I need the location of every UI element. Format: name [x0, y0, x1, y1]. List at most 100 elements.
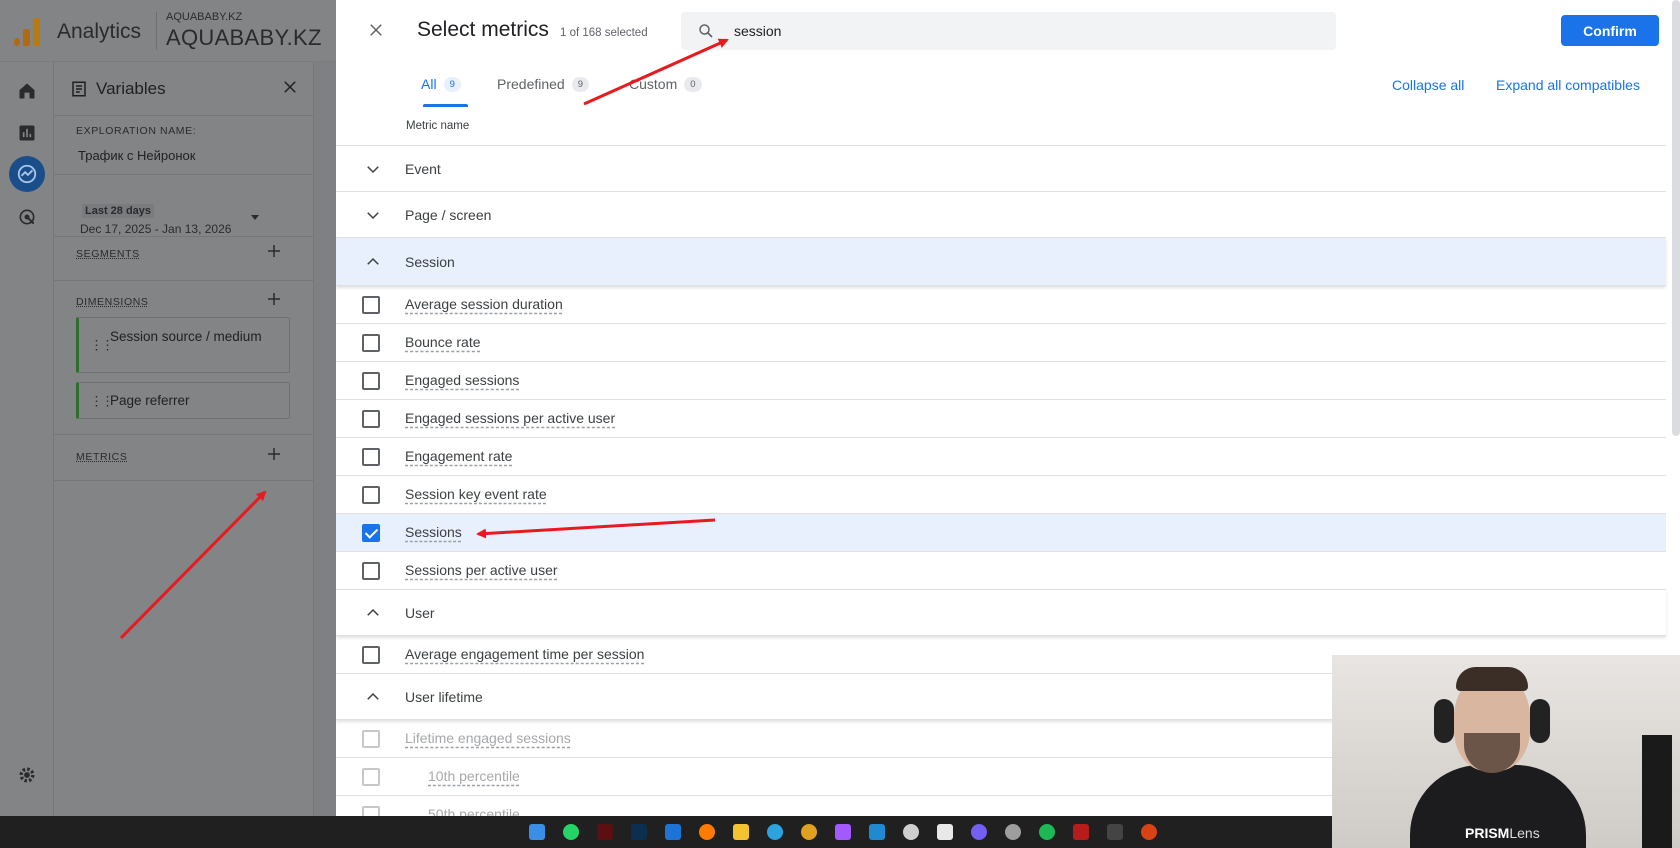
notion-icon[interactable] [937, 824, 953, 840]
metric-checkbox[interactable] [362, 448, 380, 466]
app-name: Analytics [57, 20, 142, 43]
advertising-icon[interactable] [14, 204, 40, 230]
tab-count-badge: 9 [443, 76, 461, 92]
add-metric-icon[interactable] [265, 445, 283, 468]
tab-label: Predefined [497, 76, 565, 92]
chevron-down-icon[interactable] [364, 206, 382, 229]
metric-row[interactable]: Sessions per active user [336, 552, 1666, 590]
metric-checkbox[interactable] [362, 410, 380, 428]
close-icon[interactable] [367, 21, 385, 44]
search-box[interactable]: session [681, 12, 1336, 50]
metric-checkbox[interactable] [362, 562, 380, 580]
exploration-name[interactable]: Трафик с Нейронок [78, 148, 195, 163]
group-row-session[interactable]: Session [336, 238, 1666, 286]
expand-all-link[interactable]: Expand all compatibles [1496, 77, 1640, 93]
nav-rail [0, 62, 54, 816]
microphone-stand [1642, 735, 1672, 848]
group-label: User lifetime [405, 689, 483, 705]
tab-count-badge: 9 [571, 76, 590, 92]
metric-row[interactable]: Engaged sessions [336, 362, 1666, 400]
dimension-chip[interactable]: ⋮⋮ Page referrer [76, 382, 290, 419]
analytics-logo-icon [14, 18, 40, 46]
metric-label: Average session duration [405, 296, 563, 312]
metric-label: Engaged sessions per active user [405, 410, 616, 426]
chevron-up-icon[interactable] [364, 688, 382, 711]
folder-icon[interactable] [733, 824, 749, 840]
spotify-icon[interactable] [1039, 824, 1055, 840]
obs-icon[interactable] [1107, 824, 1123, 840]
metric-checkbox[interactable] [362, 486, 380, 504]
chevron-down-icon[interactable] [364, 160, 382, 183]
exploration-name-label: EXPLORATION NAME: [76, 125, 197, 137]
figma-icon[interactable] [835, 824, 851, 840]
tab-predefined[interactable]: Predefined 9 [497, 76, 590, 92]
os-taskbar [0, 816, 1332, 848]
metric-checkbox-checked[interactable] [362, 524, 380, 542]
chatgpt-icon[interactable] [903, 824, 919, 840]
date-preset: Last 28 days [82, 204, 155, 218]
add-dimension-icon[interactable] [265, 290, 283, 313]
telegram-icon[interactable] [767, 824, 783, 840]
viber-icon[interactable] [971, 824, 987, 840]
tab-custom[interactable]: Custom 0 [629, 76, 702, 92]
filezilla-icon[interactable] [1073, 824, 1089, 840]
metric-checkbox[interactable] [362, 296, 380, 314]
metric-row[interactable]: Session key event rate [336, 476, 1666, 514]
metric-label: Average engagement time per session [405, 646, 645, 662]
chrome-icon[interactable] [801, 824, 817, 840]
dialog-scrollbar[interactable] [1672, 0, 1680, 436]
metric-row[interactable]: Engaged sessions per active user [336, 400, 1666, 438]
collapse-all-link[interactable]: Collapse all [1392, 77, 1464, 93]
vscode-icon[interactable] [869, 824, 885, 840]
github-icon[interactable] [1005, 824, 1021, 840]
search-icon [697, 22, 715, 45]
metric-checkbox[interactable] [362, 646, 380, 664]
metric-row-sessions[interactable]: Sessions [336, 514, 1666, 552]
group-label: User [405, 605, 435, 621]
dialog-title: Select metrics [417, 18, 549, 41]
explore-icon[interactable] [9, 156, 45, 192]
metric-checkbox[interactable] [362, 372, 380, 390]
dimension-chip[interactable]: ⋮⋮ Session source / medium [76, 317, 290, 373]
chevron-up-icon[interactable] [364, 604, 382, 627]
add-segment-icon[interactable] [265, 242, 283, 265]
metric-label: Session key event rate [405, 486, 547, 502]
group-row-event[interactable]: Event [336, 146, 1666, 192]
divider [54, 434, 314, 435]
account-name[interactable]: AQUABABY.KZ [166, 11, 242, 23]
metric-row[interactable]: Engagement rate [336, 438, 1666, 476]
app-icon[interactable] [1141, 824, 1157, 840]
divider [54, 280, 314, 281]
close-icon[interactable] [281, 78, 299, 101]
variables-list-icon [70, 80, 88, 103]
metric-checkbox[interactable] [362, 334, 380, 352]
whatsapp-icon[interactable] [563, 824, 579, 840]
cloud-icon[interactable] [665, 824, 681, 840]
start-icon[interactable] [529, 824, 545, 840]
metric-row[interactable]: Bounce rate [336, 324, 1666, 362]
illustrator-icon[interactable] [597, 824, 613, 840]
property-name[interactable]: AQUABABY.KZ [166, 25, 322, 51]
chevron-down-icon[interactable] [251, 215, 259, 220]
reports-icon[interactable] [14, 120, 40, 146]
settings-icon[interactable] [14, 762, 40, 788]
metric-row[interactable]: Average session duration [336, 286, 1666, 324]
chevron-up-icon[interactable] [364, 253, 382, 276]
home-icon[interactable] [14, 78, 40, 104]
group-row-user[interactable]: User [336, 590, 1666, 636]
person-hair [1456, 667, 1528, 691]
group-row-page-screen[interactable]: Page / screen [336, 192, 1666, 238]
divider [54, 236, 314, 237]
metric-label: Engagement rate [405, 448, 513, 464]
date-range[interactable]: Dec 17, 2025 - Jan 13, 2026 [80, 222, 231, 236]
tab-all[interactable]: All 9 [421, 76, 461, 92]
dimensions-label: DIMENSIONS [76, 296, 149, 308]
header-divider [156, 12, 157, 50]
drag-handle-icon[interactable]: ⋮⋮ [90, 383, 114, 418]
confirm-button[interactable]: Confirm [1561, 15, 1659, 46]
group-label: Page / screen [405, 207, 492, 223]
drag-handle-icon[interactable]: ⋮⋮ [90, 336, 114, 355]
photoshop-icon[interactable] [631, 824, 647, 840]
search-input[interactable]: session [734, 23, 781, 39]
firefox-icon[interactable] [699, 824, 715, 840]
